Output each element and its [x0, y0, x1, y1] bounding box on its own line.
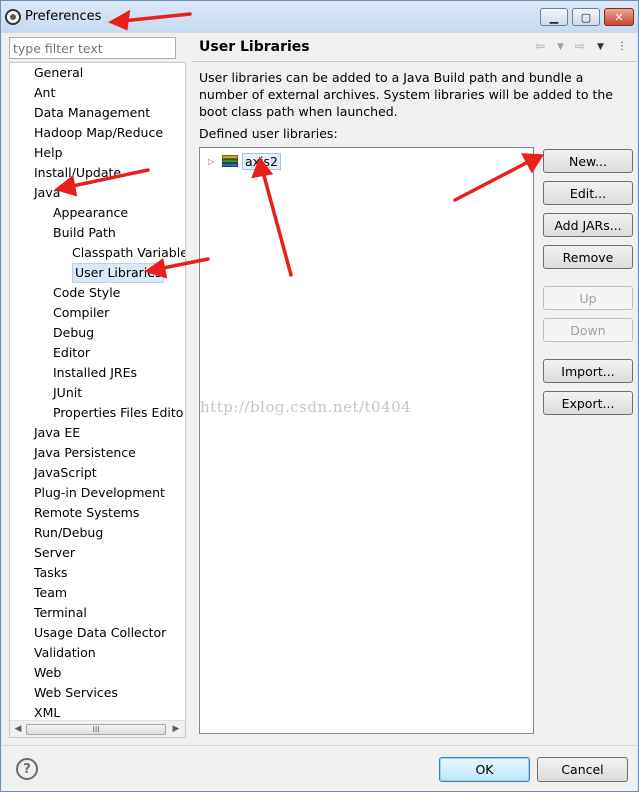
sidebar-item[interactable]: Appearance [53, 203, 128, 223]
export-button[interactable]: Export... [543, 391, 633, 415]
add-jars-button[interactable]: Add JARs... [543, 213, 633, 237]
defined-libraries-label: Defined user libraries: [199, 126, 338, 141]
sidebar-item[interactable]: Classpath Variable [72, 243, 185, 263]
expand-arrow-icon[interactable]: ▷ [208, 157, 218, 166]
window-title: Preferences [25, 9, 102, 24]
sidebar-item[interactable]: Team [34, 583, 67, 603]
new-button[interactable]: New... [543, 149, 633, 173]
sidebar-item[interactable]: Terminal [34, 603, 87, 623]
remove-button[interactable]: Remove [543, 245, 633, 269]
sidebar-item[interactable]: Install/Update [34, 163, 121, 183]
sidebar-item[interactable]: Web [34, 663, 61, 683]
maximize-icon: ▢ [580, 10, 592, 24]
user-libraries-list[interactable]: ▷ axis2 [199, 147, 534, 734]
minimize-button[interactable]: ▁ [540, 8, 568, 26]
sidebar-item[interactable]: JUnit [53, 383, 82, 403]
close-button[interactable]: ✕ [604, 8, 634, 26]
title-bar[interactable]: Preferences ▁ ▢ ✕ [1, 1, 638, 33]
sidebar-item[interactable]: Compiler [53, 303, 109, 323]
sidebar-item[interactable]: JavaScript [34, 463, 97, 483]
tree-horizontal-scrollbar[interactable]: ◀ III ▶ [10, 720, 185, 737]
sidebar-item[interactable]: Java Persistence [34, 443, 136, 463]
sidebar-item[interactable]: Web Services [34, 683, 118, 703]
close-icon: ✕ [614, 10, 624, 24]
sidebar-item[interactable]: Data Management [34, 103, 150, 123]
page-navigation: ⇦ ▼ ⇨ ▼ ⋮ [535, 39, 635, 57]
sidebar-item[interactable]: User Libraries [72, 263, 165, 283]
down-button[interactable]: Down [543, 318, 633, 342]
sidebar-item[interactable]: Plug-in Development [34, 483, 165, 503]
minimize-icon: ▁ [549, 10, 559, 24]
sidebar-item[interactable]: Remote Systems [34, 503, 139, 523]
back-arrow-icon[interactable]: ⇦ [535, 39, 545, 53]
sidebar-item[interactable]: Java [34, 183, 60, 203]
scroll-thumb[interactable]: III [26, 724, 166, 735]
sidebar-item[interactable]: Editor [53, 343, 90, 363]
sidebar-item[interactable]: Ant [34, 83, 55, 103]
page-title: User Libraries [199, 39, 310, 55]
sidebar-item[interactable]: Usage Data Collector [34, 623, 166, 643]
sidebar-item[interactable]: Help [34, 143, 63, 163]
title-divider [192, 61, 637, 62]
filter-input[interactable] [9, 37, 176, 59]
sidebar-item[interactable]: General [34, 63, 83, 83]
page-description: User libraries can be added to a Java Bu… [199, 70, 613, 119]
forward-arrow-icon[interactable]: ⇨ [575, 39, 585, 53]
ok-button[interactable]: OK [439, 757, 530, 782]
sidebar-item[interactable]: Build Path [53, 223, 116, 243]
library-name[interactable]: axis2 [242, 152, 281, 170]
sidebar-item[interactable]: Java EE [34, 423, 80, 443]
dialog-footer: ? OK Cancel [2, 746, 637, 791]
view-menu-icon[interactable]: ⋮ [617, 41, 627, 52]
back-dropdown-icon[interactable]: ▼ [557, 42, 564, 52]
sidebar-item[interactable]: Validation [34, 643, 96, 663]
sidebar-item[interactable]: Run/Debug [34, 523, 103, 543]
import-button[interactable]: Import... [543, 359, 633, 383]
pane-splitter[interactable] [186, 33, 190, 745]
scroll-left-icon[interactable]: ◀ [12, 723, 24, 735]
preference-tree[interactable]: XML Web Services Web Validation Usage Data C… [9, 62, 186, 738]
edit-button[interactable]: Edit... [543, 181, 633, 205]
sidebar-item[interactable]: Tasks [34, 563, 68, 583]
sidebar-item[interactable]: Server [34, 543, 75, 563]
cancel-button[interactable]: Cancel [537, 757, 628, 782]
up-button[interactable]: Up [543, 286, 633, 310]
sidebar-item[interactable]: Installed JREs [53, 363, 137, 383]
sidebar-item[interactable]: Hadoop Map/Reduce [34, 123, 163, 143]
app-icon [5, 9, 21, 25]
scroll-right-icon[interactable]: ▶ [170, 723, 182, 735]
library-icon [222, 155, 238, 167]
maximize-button[interactable]: ▢ [572, 8, 600, 26]
sidebar-item[interactable]: Debug [53, 323, 94, 343]
forward-dropdown-icon[interactable]: ▼ [597, 42, 604, 52]
sidebar-item[interactable]: Code Style [53, 283, 120, 303]
sidebar-item[interactable]: Properties Files Edito [53, 403, 183, 423]
help-icon[interactable]: ? [16, 758, 38, 780]
preferences-window: Preferences ▁ ▢ ✕ XMLWeb ServicesWebVali… [0, 0, 639, 792]
list-item[interactable]: ▷ axis2 [208, 152, 281, 170]
dialog-content: XMLWeb ServicesWebValidationUsage Data C… [2, 33, 637, 745]
